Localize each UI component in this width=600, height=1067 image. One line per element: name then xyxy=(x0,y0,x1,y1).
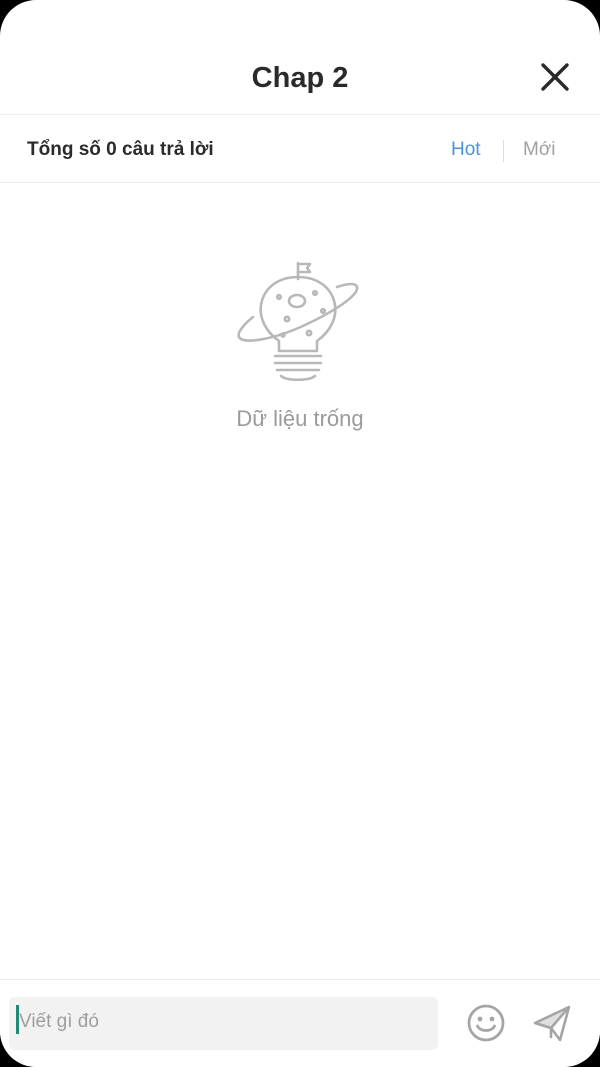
empty-state: Dữ liệu trống xyxy=(0,255,600,434)
empty-state-text: Dữ liệu trống xyxy=(236,406,364,431)
close-icon xyxy=(541,63,569,91)
comment-composer: Viết gì đó xyxy=(0,979,600,1067)
answer-count-label: Tổng số 0 câu trả lời xyxy=(27,139,214,160)
send-button[interactable] xyxy=(532,1004,572,1044)
filter-bar: Tổng số 0 câu trả lời Hot Mới xyxy=(0,115,600,183)
send-icon xyxy=(533,1005,571,1042)
page-title: Chap 2 xyxy=(251,62,349,94)
emoji-button[interactable] xyxy=(465,1002,507,1044)
tab-divider xyxy=(503,140,504,162)
smiley-icon xyxy=(467,1004,505,1042)
tab-new[interactable]: Mới xyxy=(523,137,556,163)
comment-input-placeholder: Viết gì đó xyxy=(19,1011,99,1032)
close-button[interactable] xyxy=(536,58,574,96)
comments-sheet: Chap 2 Tổng số 0 câu trả lời Hot Mới Dữ … xyxy=(0,0,600,1067)
tab-hot[interactable]: Hot xyxy=(451,137,481,163)
lightbulb-planet-icon xyxy=(237,261,359,382)
sheet-header: Chap 2 xyxy=(0,0,600,115)
